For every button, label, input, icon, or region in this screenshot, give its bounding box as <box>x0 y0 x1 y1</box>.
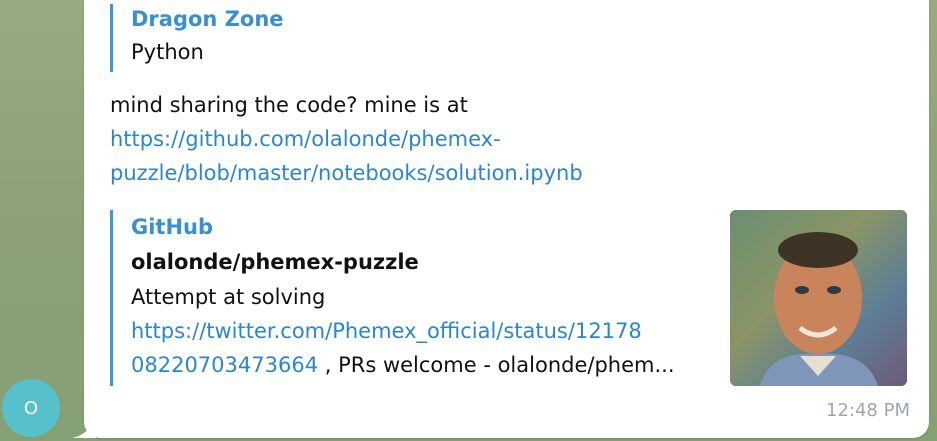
reply-author: Dragon Zone <box>131 7 284 31</box>
message-text: mind sharing the code? mine is at https:… <box>110 88 710 190</box>
link-preview[interactable]: GitHub olalonde/phemex-puzzle Attempt at… <box>110 210 908 386</box>
preview-desc-tail: , PRs welcome - olalonde/phem... <box>318 353 675 377</box>
thumbnail-portrait-image <box>730 210 907 386</box>
message-body: mind sharing the code? mine is at <box>110 93 468 117</box>
preview-desc-link-2[interactable]: 08220703473664 <box>131 353 318 377</box>
preview-desc-line-3: 08220703473664 , PRs welcome - olalonde/… <box>131 348 721 382</box>
message-timestamp: 12:48 PM <box>826 400 910 421</box>
link-preview-body: GitHub olalonde/phemex-puzzle Attempt at… <box>131 210 721 382</box>
message-link-line-2[interactable]: puzzle/blob/master/notebooks/solution.ip… <box>110 156 710 190</box>
message-link-line-1[interactable]: https://github.com/olalonde/phemex- <box>110 122 710 156</box>
preview-thumbnail[interactable] <box>730 210 907 386</box>
preview-desc-link-1[interactable]: https://twitter.com/Phemex_official/stat… <box>131 319 642 343</box>
preview-desc-line-2: https://twitter.com/Phemex_official/stat… <box>131 314 721 348</box>
preview-description: Attempt at solving https://twitter.com/P… <box>131 280 721 382</box>
reply-quote[interactable]: Dragon Zone Python <box>110 4 284 72</box>
avatar[interactable]: O <box>2 379 60 437</box>
preview-site-name: GitHub <box>131 215 214 239</box>
reply-text: Python <box>131 40 204 64</box>
preview-desc-line-1: Attempt at solving <box>131 285 326 309</box>
preview-title: olalonde/phemex-puzzle <box>131 250 419 274</box>
